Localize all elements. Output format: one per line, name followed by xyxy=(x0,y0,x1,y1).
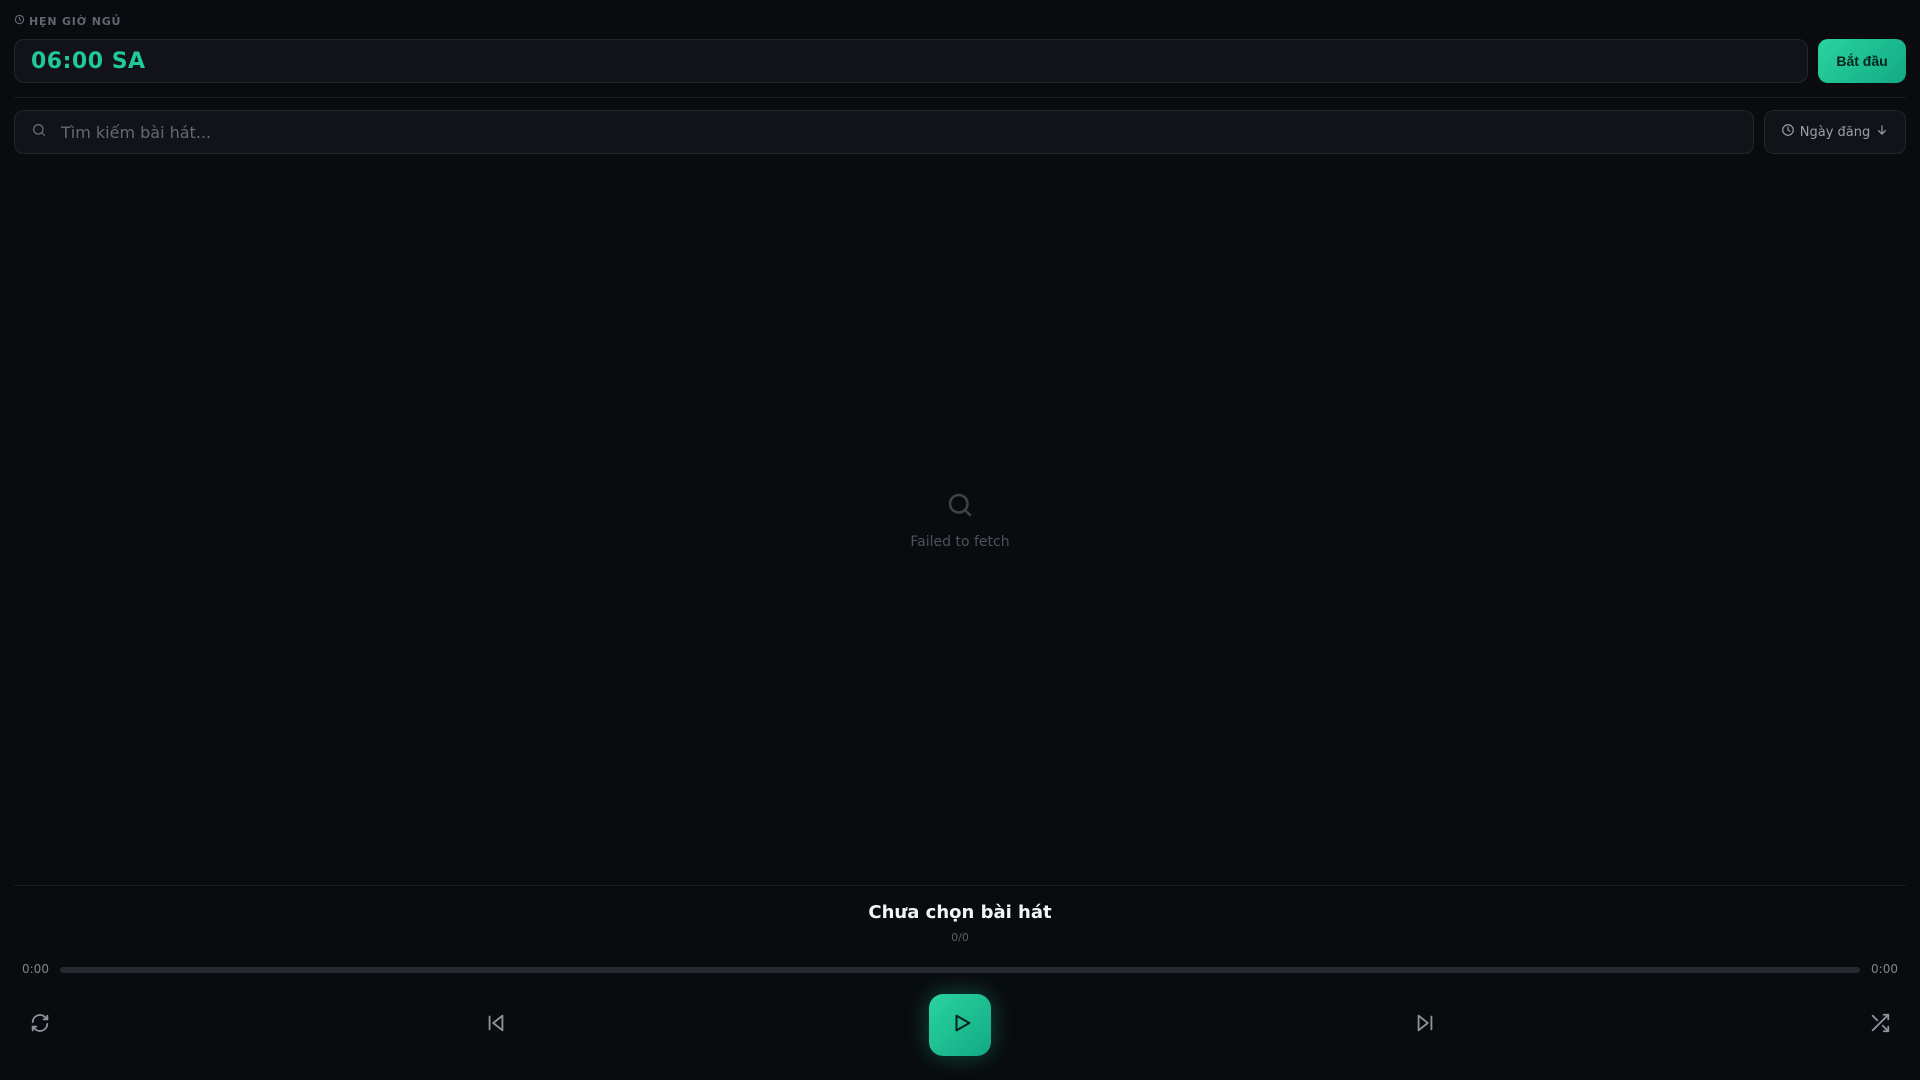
track-count: 0/0 xyxy=(951,931,969,944)
shuffle-button[interactable] xyxy=(1860,1005,1900,1045)
search-icon xyxy=(945,490,975,524)
clock-icon xyxy=(14,14,25,28)
search-input[interactable] xyxy=(59,121,1753,143)
progress-bar[interactable] xyxy=(60,967,1860,973)
divider xyxy=(14,97,1906,98)
shuffle-icon xyxy=(1869,1012,1891,1038)
track-title: Chưa chọn bài hát xyxy=(868,902,1052,923)
start-timer-button[interactable]: Bắt đầu xyxy=(1818,39,1906,83)
arrow-down-icon xyxy=(1875,123,1889,141)
sleep-timer-label: HẸN GIỜ NGỦ xyxy=(14,14,121,28)
play-icon xyxy=(948,1012,973,1038)
repeat-icon xyxy=(29,1012,51,1038)
search-row: Ngày đăng xyxy=(14,110,1906,154)
skip-forward-icon xyxy=(1414,1012,1436,1038)
next-track-button[interactable] xyxy=(1405,1005,1445,1045)
sleep-timer-row: 06:00 SA Bắt đầu xyxy=(14,39,1906,83)
sleep-timer-heading: HẸN GIỜ NGỦ xyxy=(29,14,122,28)
empty-state-message: Failed to fetch xyxy=(910,534,1010,550)
sort-by-date-button[interactable]: Ngày đăng xyxy=(1764,110,1906,154)
sort-label: Ngày đăng xyxy=(1799,124,1871,140)
search-box[interactable] xyxy=(14,110,1754,154)
divider xyxy=(14,885,1906,886)
search-icon xyxy=(31,122,47,142)
repeat-button[interactable] xyxy=(20,1005,60,1045)
empty-state: Failed to fetch xyxy=(0,490,1920,550)
music-player-app: HẸN GIỜ NGỦ 06:00 SA Bắt đầu Ngày đăng xyxy=(0,0,1920,1080)
total-time: 0:00 xyxy=(1871,962,1898,976)
play-button[interactable] xyxy=(929,994,991,1056)
skip-back-icon xyxy=(485,1012,507,1038)
sleep-timer-time-input[interactable]: 06:00 SA xyxy=(14,39,1808,83)
previous-track-button[interactable] xyxy=(476,1005,516,1045)
current-time: 0:00 xyxy=(22,962,49,976)
clock-icon xyxy=(1781,123,1795,141)
